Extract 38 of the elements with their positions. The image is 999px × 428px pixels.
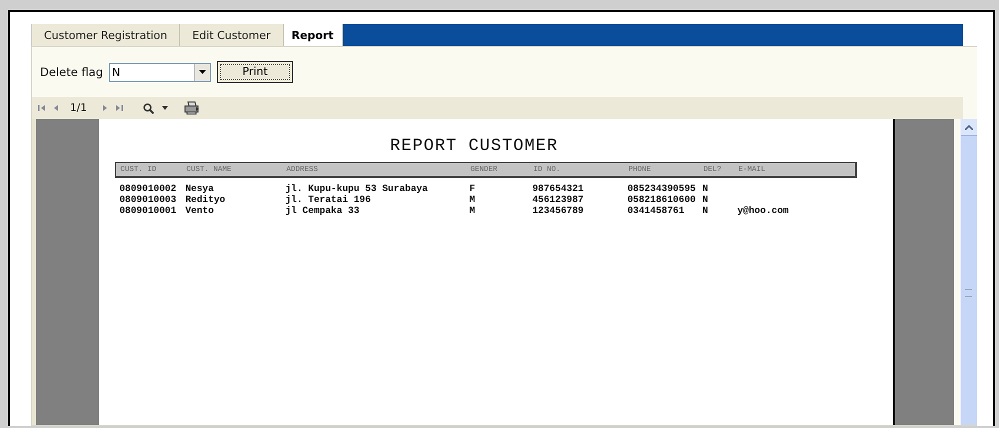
- table-cell: N: [702, 204, 708, 216]
- delete-flag-label: Delete flag: [40, 65, 104, 79]
- table-cell: jl. Teratai 196: [285, 194, 371, 204]
- delete-flag-dropdown[interactable]: N: [109, 62, 212, 82]
- table-cell: jl. Kupu-kupu 53 Surabaya: [285, 182, 428, 194]
- table-cell: Vento: [185, 204, 214, 216]
- table-cell: 085234390595: [627, 182, 696, 194]
- last-page-icon[interactable]: [114, 105, 123, 111]
- table-cell: M: [469, 204, 476, 216]
- report-title: REPORT CUSTOMER: [389, 137, 560, 156]
- table-cell: 987654321: [532, 182, 584, 194]
- table-cell: N: [702, 194, 708, 204]
- scroll-up-icon[interactable]: [965, 124, 974, 130]
- tab[interactable]: Report: [284, 24, 343, 46]
- table-cell: 0809010003: [119, 194, 176, 204]
- table-cell: Redityo: [185, 194, 226, 204]
- page-number: 1/1: [70, 102, 87, 114]
- caret-icon[interactable]: [162, 106, 168, 110]
- table-cell: 0341458761: [627, 204, 684, 216]
- table-cell: Nesya: [185, 182, 214, 194]
- table-cell: 123456789: [532, 204, 584, 216]
- first-page-icon[interactable]: [38, 105, 46, 111]
- table-cell: y@hoo.com: [737, 204, 789, 216]
- table-cell: N: [702, 182, 708, 194]
- vertical-scrollbar[interactable]: [960, 119, 978, 425]
- table-cell: 0809010001: [119, 204, 176, 216]
- table-cell: 0809010002: [119, 182, 176, 194]
- previous-page-icon[interactable]: [54, 105, 58, 111]
- next-page-icon[interactable]: [102, 105, 107, 111]
- search-icon[interactable]: [142, 102, 154, 114]
- dropdown-arrow-icon: [199, 70, 206, 74]
- print-button[interactable]: Print: [217, 61, 294, 83]
- table-cell: 058218610600: [627, 194, 696, 204]
- table-cell: M: [469, 194, 476, 204]
- table-cell: 456123987: [532, 194, 584, 204]
- table-cell: F: [469, 182, 476, 194]
- printer-icon[interactable]: [184, 101, 200, 115]
- table-cell: jl Cempaka 33: [285, 204, 360, 216]
